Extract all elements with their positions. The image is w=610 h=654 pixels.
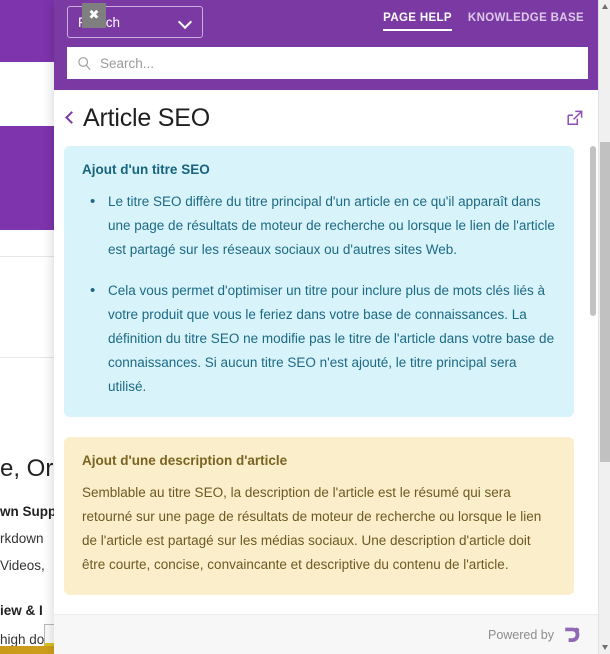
search-icon xyxy=(78,56,91,70)
chevron-left-icon[interactable] xyxy=(63,109,77,127)
list-item: Le titre SEO diffère du titre principal … xyxy=(82,189,556,262)
search-input[interactable] xyxy=(100,55,578,71)
panel-scrollbar[interactable] xyxy=(588,146,598,614)
article-header: Article SEO xyxy=(54,90,598,146)
close-button[interactable]: ✖ xyxy=(82,3,106,28)
card-article-description: Ajout d'une description d'article Sembla… xyxy=(64,437,574,596)
background-section-1-line-2: Videos, xyxy=(0,558,45,573)
panel-scrollbar-thumb[interactable] xyxy=(590,146,596,316)
card-seo-title: Ajout d'un titre SEO Le titre SEO diffèr… xyxy=(64,146,574,418)
article-content-scroll[interactable]: Ajout d'un titre SEO Le titre SEO diffèr… xyxy=(54,146,588,614)
card-paragraph: Semblable au titre SEO, la description d… xyxy=(82,485,542,573)
browser-scrollbar-thumb[interactable] xyxy=(600,142,610,462)
background-section-2-title: iew & I xyxy=(0,603,43,618)
help-widget-panel: French PAGE HELP KNOWLEDGE BASE ✖ Articl… xyxy=(54,0,598,654)
external-link-icon[interactable] xyxy=(566,109,584,127)
widget-footer: Powered by xyxy=(54,614,598,654)
background-section-1-line-1: rkdown xyxy=(0,531,44,546)
scroll-down-arrow-icon[interactable] xyxy=(599,640,610,654)
browser-scrollbar[interactable] xyxy=(598,0,610,654)
tab-page-help[interactable]: PAGE HELP xyxy=(383,12,452,31)
card-title: Ajout d'un titre SEO xyxy=(82,162,210,177)
page-title: Article SEO xyxy=(83,103,210,132)
scroll-up-arrow-icon[interactable] xyxy=(599,0,610,14)
background-section-1-title: wn Supp xyxy=(0,504,57,519)
tab-knowledge-base[interactable]: KNOWLEDGE BASE xyxy=(468,12,584,29)
list-item: Cela vous permet d'optimiser un titre po… xyxy=(82,278,556,399)
brand-logo-icon[interactable] xyxy=(562,625,582,645)
widget-header: French PAGE HELP KNOWLEDGE BASE xyxy=(54,0,598,90)
search-bar[interactable] xyxy=(67,47,588,79)
chevron-down-icon xyxy=(180,16,192,28)
widget-nav-tabs: PAGE HELP KNOWLEDGE BASE xyxy=(383,12,584,31)
card-bullet-list: Le titre SEO diffère du titre principal … xyxy=(82,189,556,399)
powered-by-label: Powered by xyxy=(487,627,554,642)
card-title: Ajout d'une description d'article xyxy=(82,453,288,469)
